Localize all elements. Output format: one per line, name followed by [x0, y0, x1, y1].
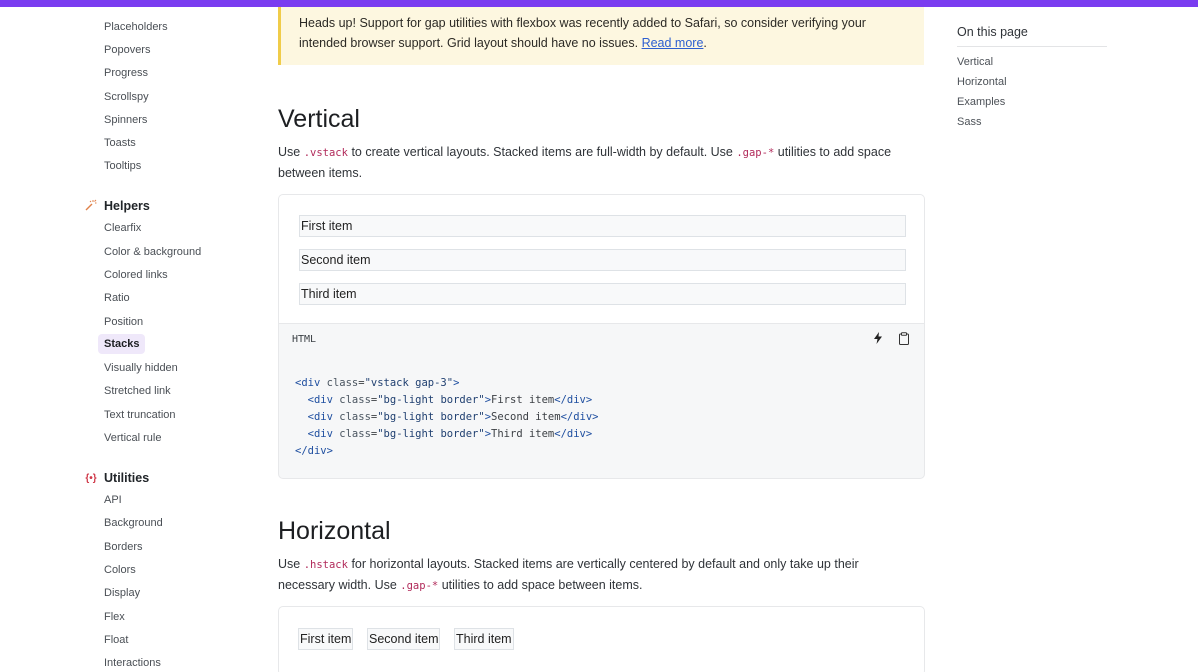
code-value: Third item	[491, 428, 555, 440]
horizontal-description: Use .hstack for horizontal layouts. Stac…	[278, 555, 918, 596]
sidebar-item-stacks[interactable]: Stacks	[98, 334, 146, 354]
sidebar-item-color-background[interactable]: Color & background	[104, 245, 201, 259]
magic-wand-icon	[84, 199, 98, 214]
sidebar-item-scrollspy[interactable]: Scrollspy	[104, 90, 149, 104]
inline-code-vstack: .vstack	[303, 147, 348, 159]
sidebar-item-visually-hidden[interactable]: Visually hidden	[104, 361, 178, 375]
sidebar-item-vertical-rule[interactable]: Vertical rule	[104, 431, 161, 445]
sidebar-item-text-truncation[interactable]: Text truncation	[104, 408, 176, 422]
read-more-link[interactable]: Read more	[642, 36, 704, 50]
sidebar-item-placeholders[interactable]: Placeholders	[104, 20, 168, 34]
braces-icon: {•}	[85, 472, 97, 484]
code-snippet-body: <div class="vstack gap-3"> <div class="b…	[278, 357, 925, 479]
sidebar-item-colors[interactable]: Colors	[104, 563, 136, 577]
inline-code-hstack: .hstack	[303, 559, 348, 571]
sidebar-nav: Placeholders Popovers Progress Scrollspy…	[0, 7, 260, 672]
desc-text: to create vertical layouts. Stacked item…	[347, 145, 737, 159]
sidebar-item-ratio[interactable]: Ratio	[104, 291, 130, 305]
code-value: bg-light border	[383, 394, 479, 406]
clipboard-icon[interactable]	[896, 332, 912, 348]
sidebar-item-colored-links[interactable]: Colored links	[104, 268, 168, 282]
gap-support-alert: Heads up! Support for gap utilities with…	[278, 7, 924, 65]
section-heading-horizontal: Horizontal	[278, 517, 391, 545]
sidebar-item-progress[interactable]: Progress	[104, 66, 148, 80]
toc-link-vertical[interactable]: Vertical	[957, 56, 993, 68]
sidebar-group-utilities[interactable]: {•} Utilities	[84, 470, 149, 486]
sidebar-item-spinners[interactable]: Spinners	[104, 113, 147, 127]
code-value: bg-light border	[383, 428, 479, 440]
toc-link-examples[interactable]: Examples	[957, 96, 1005, 108]
sidebar-item-float[interactable]: Float	[104, 633, 128, 647]
desc-text: Use	[278, 557, 304, 571]
stack-item: Third item	[454, 628, 514, 650]
sidebar-item-display[interactable]: Display	[104, 586, 140, 600]
sidebar-item-stretched-link[interactable]: Stretched link	[104, 384, 171, 398]
sidebar-item-clearfix[interactable]: Clearfix	[104, 221, 141, 235]
code-value: bg-light border	[383, 411, 479, 423]
desc-text: utilities to add space between items.	[438, 577, 643, 592]
sidebar-group-label: Utilities	[104, 471, 150, 485]
stack-item: Second item	[299, 249, 906, 271]
code-value: First item	[491, 394, 555, 406]
desc-text: Use	[278, 145, 304, 159]
top-accent-bar	[0, 0, 1198, 7]
sidebar-item-toasts[interactable]: Toasts	[104, 136, 136, 150]
sidebar-item-flex[interactable]: Flex	[104, 610, 125, 624]
code-block: <div class="vstack gap-3"> <div class="b…	[295, 377, 599, 457]
sidebar-item-tooltips[interactable]: Tooltips	[104, 159, 141, 173]
section-heading-vertical: Vertical	[278, 105, 360, 133]
sidebar-group-helpers[interactable]: Helpers	[84, 198, 150, 214]
sidebar-item-borders[interactable]: Borders	[104, 540, 143, 554]
sidebar-item-api[interactable]: API	[104, 493, 122, 507]
inline-code-gap: .gap-*	[736, 147, 775, 159]
toc-link-horizontal[interactable]: Horizontal	[957, 76, 1007, 88]
stack-item: Second item	[367, 628, 441, 650]
sidebar-item-background[interactable]: Background	[104, 516, 163, 530]
code-value: Second item	[491, 411, 561, 423]
hstack-example-preview: First item Second item Third item	[278, 606, 925, 672]
alert-text: Heads up! Support for gap utilities with…	[299, 16, 866, 50]
sidebar-item-interactions[interactable]: Interactions	[104, 656, 161, 670]
alert-period: .	[703, 36, 707, 50]
toc-link-sass[interactable]: Sass	[957, 116, 981, 128]
code-language-label: HTML	[292, 334, 317, 345]
toc-divider	[957, 46, 1107, 47]
inline-code-gap: .gap-*	[400, 579, 439, 592]
lightning-icon[interactable]	[870, 332, 886, 348]
stack-item: First item	[299, 215, 906, 237]
code-snippet-header: HTML	[278, 323, 925, 357]
code-value: vstack gap-3	[370, 377, 447, 389]
sidebar-group-label: Helpers	[104, 199, 150, 213]
vstack-example-preview: First item Second item Third item	[278, 194, 925, 324]
stack-item: Third item	[299, 283, 906, 305]
stack-item: First item	[298, 628, 354, 650]
sidebar-item-popovers[interactable]: Popovers	[104, 43, 150, 57]
toc-title: On this page	[957, 25, 1028, 39]
sidebar-item-position[interactable]: Position	[104, 315, 143, 329]
vertical-description: Use .vstack to create vertical layouts. …	[278, 143, 918, 183]
